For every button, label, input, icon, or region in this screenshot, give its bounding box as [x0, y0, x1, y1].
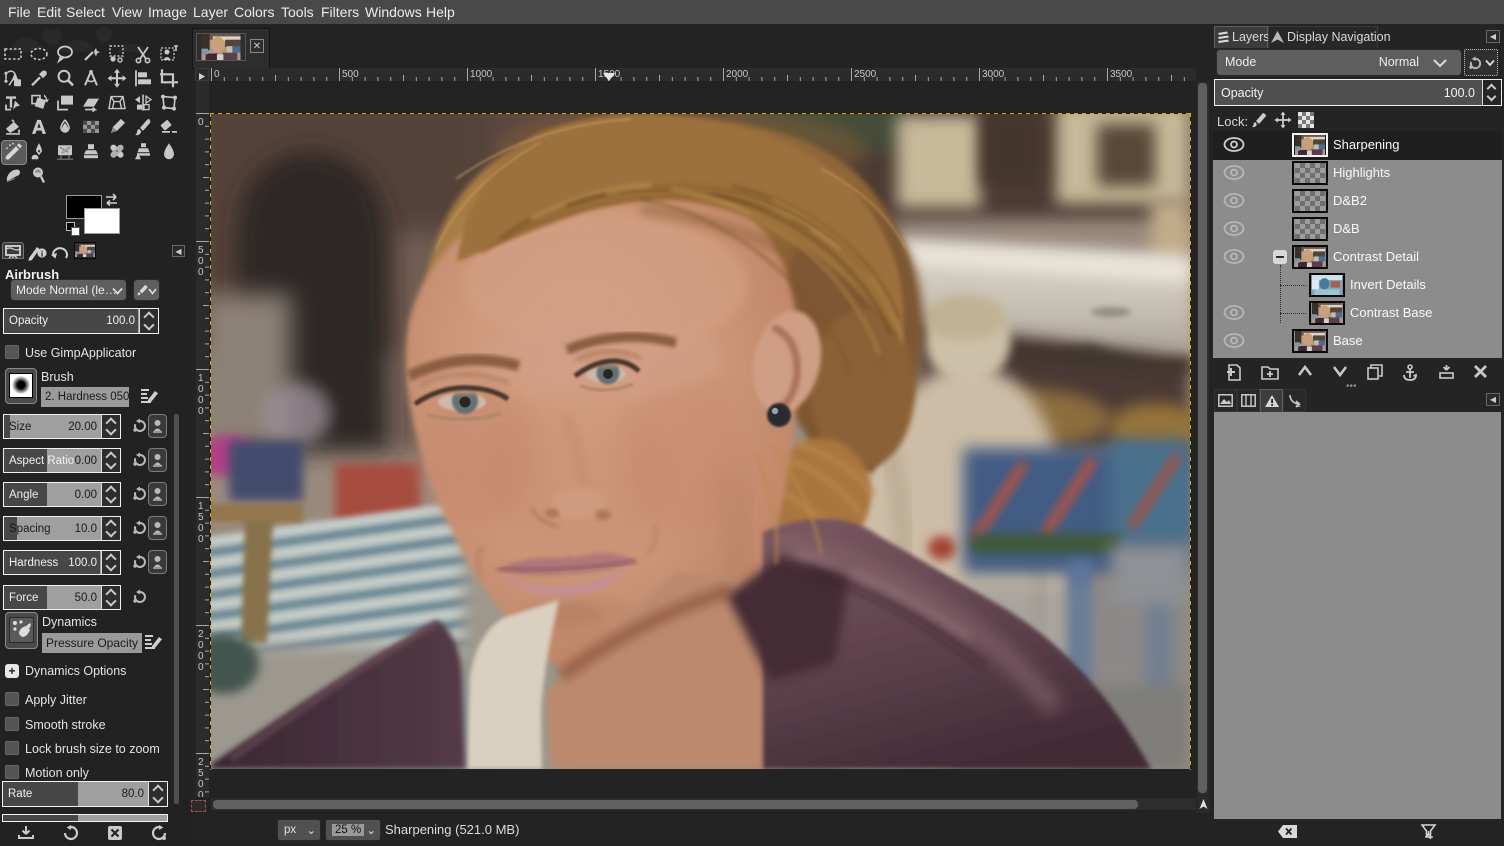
- svg-text:3500: 3500: [1110, 69, 1133, 80]
- svg-text:0: 0: [198, 384, 204, 395]
- svg-text:0: 0: [198, 395, 204, 406]
- svg-text:2500: 2500: [854, 69, 877, 80]
- svg-text:0: 0: [198, 662, 204, 673]
- svg-text:2000: 2000: [726, 69, 749, 80]
- svg-text:500: 500: [342, 69, 359, 80]
- svg-text:1: 1: [198, 501, 204, 512]
- svg-text:0: 0: [198, 640, 204, 651]
- svg-text:1: 1: [198, 373, 204, 384]
- svg-text:5: 5: [198, 245, 204, 256]
- svg-text:0: 0: [198, 117, 204, 128]
- svg-text:0: 0: [198, 267, 204, 278]
- svg-text:3000: 3000: [982, 69, 1005, 80]
- svg-text:2: 2: [198, 757, 204, 768]
- svg-text:1: 1: [1297, 402, 1301, 408]
- svg-text:5: 5: [198, 512, 204, 523]
- svg-text:0: 0: [198, 779, 204, 790]
- svg-text:0: 0: [198, 523, 204, 534]
- svg-text:0: 0: [198, 256, 204, 267]
- svg-text:0: 0: [198, 406, 204, 417]
- svg-text:0: 0: [198, 534, 204, 545]
- svg-text:5: 5: [198, 768, 204, 779]
- svg-text:0: 0: [198, 790, 204, 797]
- svg-text:2: 2: [198, 629, 204, 640]
- svg-text:0: 0: [214, 69, 220, 80]
- svg-text:1000: 1000: [470, 69, 493, 80]
- svg-text:0: 0: [198, 651, 204, 662]
